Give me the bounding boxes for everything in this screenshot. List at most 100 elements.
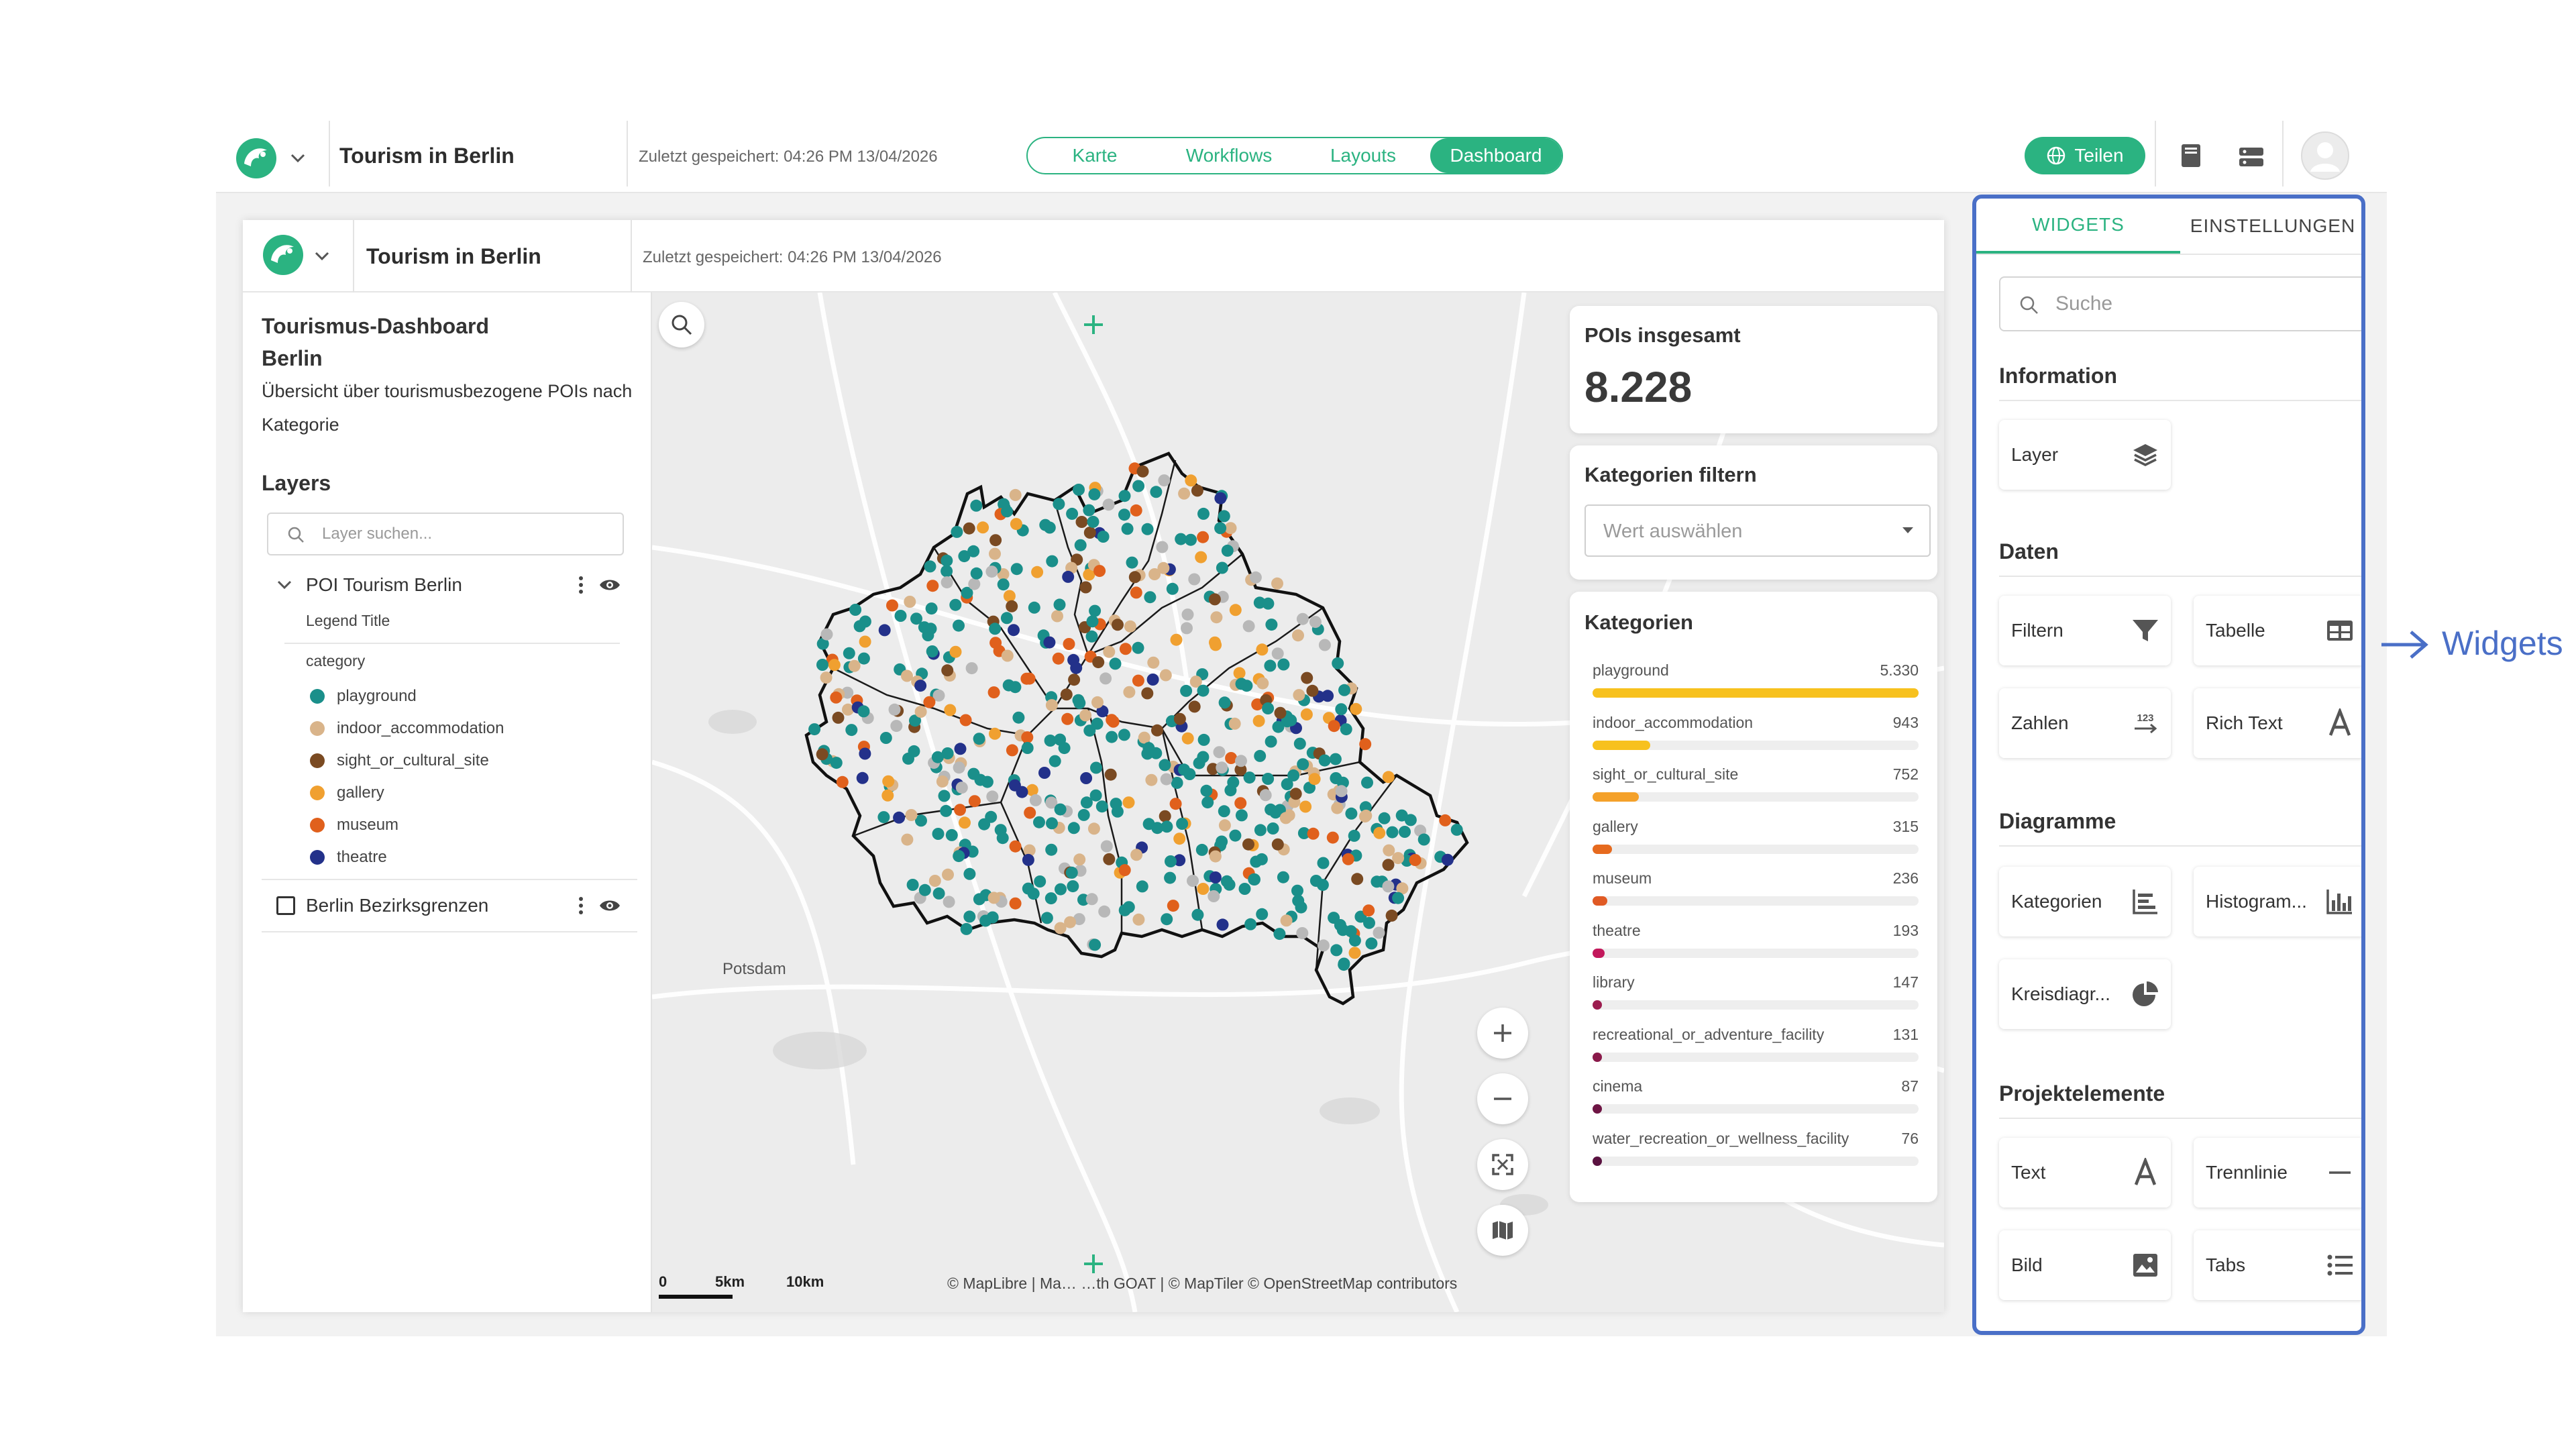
poi-point[interactable] bbox=[1068, 674, 1081, 686]
poi-point[interactable] bbox=[1238, 883, 1251, 895]
poi-point[interactable] bbox=[1067, 822, 1080, 835]
poi-point[interactable] bbox=[1010, 563, 1023, 576]
goat-logo-icon[interactable] bbox=[235, 137, 278, 180]
poi-point[interactable] bbox=[1287, 769, 1300, 782]
poi-point[interactable] bbox=[1126, 556, 1138, 569]
poi-point[interactable] bbox=[1188, 573, 1201, 586]
poi-point[interactable] bbox=[963, 910, 976, 923]
poi-point[interactable] bbox=[1335, 703, 1348, 716]
poi-point[interactable] bbox=[1008, 624, 1020, 637]
poi-point[interactable] bbox=[1009, 488, 1022, 501]
poi-point[interactable] bbox=[808, 723, 821, 736]
poi-point[interactable] bbox=[1102, 498, 1115, 511]
map-search-button[interactable] bbox=[659, 302, 704, 347]
poi-point[interactable] bbox=[1010, 518, 1022, 531]
poi-point[interactable] bbox=[1235, 678, 1248, 690]
poi-point[interactable] bbox=[1067, 880, 1079, 893]
poi-point[interactable] bbox=[1132, 480, 1145, 492]
poi-point[interactable] bbox=[1146, 674, 1159, 686]
poi-point[interactable] bbox=[1200, 784, 1213, 797]
poi-point[interactable] bbox=[849, 604, 862, 616]
poi-point[interactable] bbox=[1132, 674, 1144, 687]
widget-table[interactable]: Tabelle bbox=[2194, 596, 2361, 665]
poi-point[interactable] bbox=[906, 879, 919, 891]
poi-point[interactable] bbox=[1034, 875, 1046, 888]
poi-point[interactable] bbox=[1267, 822, 1279, 835]
poi-point[interactable] bbox=[816, 659, 828, 671]
poi-point[interactable] bbox=[820, 628, 833, 641]
widget-pie-chart[interactable]: Kreisdiagr... bbox=[1999, 959, 2171, 1029]
tab-einstellungen[interactable]: EINSTELLUNGEN bbox=[2180, 199, 2361, 254]
layer-search-input[interactable]: Layer suchen... bbox=[267, 513, 624, 555]
poi-point[interactable] bbox=[1099, 672, 1112, 685]
poi-point[interactable] bbox=[1079, 709, 1092, 722]
poi-point[interactable] bbox=[941, 565, 953, 578]
poi-point[interactable] bbox=[1185, 474, 1197, 487]
poi-point[interactable] bbox=[1332, 657, 1344, 669]
poi-point[interactable] bbox=[1157, 561, 1170, 574]
poi-point[interactable] bbox=[1285, 714, 1297, 727]
poi-point[interactable] bbox=[951, 525, 963, 538]
poi-point[interactable] bbox=[1073, 484, 1085, 496]
poi-point[interactable] bbox=[894, 610, 907, 622]
layer-name-poi-tourism[interactable]: POI Tourism Berlin bbox=[306, 574, 462, 596]
poi-point[interactable] bbox=[1224, 522, 1237, 535]
poi-point[interactable] bbox=[1044, 892, 1057, 905]
poi-point[interactable] bbox=[1073, 696, 1086, 709]
poi-point[interactable] bbox=[1159, 669, 1172, 682]
poi-point[interactable] bbox=[1218, 696, 1231, 709]
poi-point[interactable] bbox=[1066, 507, 1079, 520]
poi-point[interactable] bbox=[1118, 490, 1131, 502]
poi-point[interactable] bbox=[1195, 843, 1208, 856]
poi-point[interactable] bbox=[963, 867, 976, 880]
poi-point[interactable] bbox=[1254, 749, 1267, 762]
widget-tabs[interactable]: Tabs bbox=[2194, 1230, 2361, 1300]
poi-point[interactable] bbox=[1145, 773, 1158, 786]
poi-point[interactable] bbox=[1216, 918, 1229, 931]
poi-point[interactable] bbox=[1193, 757, 1205, 769]
poi-point[interactable] bbox=[923, 696, 936, 708]
poi-point[interactable] bbox=[1329, 753, 1342, 765]
poi-point[interactable] bbox=[1089, 604, 1102, 617]
poi-point[interactable] bbox=[1128, 571, 1141, 584]
poi-point[interactable] bbox=[1063, 638, 1075, 650]
poi-point[interactable] bbox=[1000, 612, 1013, 625]
poi-point[interactable] bbox=[959, 714, 972, 727]
poi-point[interactable] bbox=[1264, 659, 1277, 672]
poi-point[interactable] bbox=[973, 893, 985, 906]
poi-point[interactable] bbox=[1348, 829, 1360, 842]
poi-point[interactable] bbox=[1022, 853, 1034, 866]
poi-point[interactable] bbox=[1235, 755, 1247, 767]
widget-divider[interactable]: Trennlinie bbox=[2194, 1138, 2361, 1208]
poi-point[interactable] bbox=[1147, 656, 1160, 669]
poi-point[interactable] bbox=[1045, 699, 1058, 712]
poi-point[interactable] bbox=[1169, 798, 1182, 810]
poi-point[interactable] bbox=[1064, 916, 1077, 928]
poi-point[interactable] bbox=[1317, 857, 1330, 869]
poi-point[interactable] bbox=[1299, 800, 1312, 813]
poi-point[interactable] bbox=[1373, 826, 1386, 839]
poi-point[interactable] bbox=[1118, 904, 1131, 916]
poi-point[interactable] bbox=[1340, 723, 1352, 736]
poi-point[interactable] bbox=[1054, 803, 1067, 816]
poi-point[interactable] bbox=[1170, 633, 1183, 646]
poi-point[interactable] bbox=[926, 580, 939, 592]
poi-point[interactable] bbox=[1122, 796, 1135, 809]
poi-point[interactable] bbox=[1188, 700, 1201, 713]
poi-point[interactable] bbox=[1098, 905, 1111, 918]
poi-point[interactable] bbox=[1234, 797, 1247, 810]
poi-point[interactable] bbox=[1118, 508, 1130, 521]
poi-point[interactable] bbox=[943, 896, 955, 908]
poi-point[interactable] bbox=[985, 566, 998, 578]
poi-point[interactable] bbox=[1228, 717, 1241, 730]
poi-point[interactable] bbox=[1359, 810, 1371, 823]
poi-point[interactable] bbox=[914, 706, 927, 718]
poi-point[interactable] bbox=[1003, 590, 1016, 602]
poi-point[interactable] bbox=[882, 775, 895, 788]
poi-point[interactable] bbox=[978, 818, 991, 830]
poi-point[interactable] bbox=[1159, 759, 1171, 771]
poi-point[interactable] bbox=[942, 868, 954, 881]
poi-point[interactable] bbox=[893, 811, 906, 824]
poi-point[interactable] bbox=[1213, 746, 1226, 759]
poi-point[interactable] bbox=[986, 790, 999, 803]
